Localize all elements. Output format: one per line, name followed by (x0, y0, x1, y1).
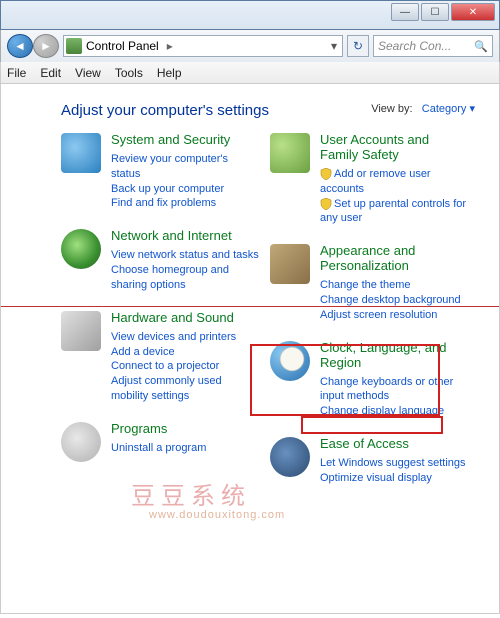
link-devices-printers[interactable]: View devices and printers (111, 330, 260, 345)
navbar: ◄ ► Control Panel ▸ ▾ ↻ Search Con... 🔍 (0, 30, 500, 62)
system-security-icon (61, 133, 101, 173)
link-add-device[interactable]: Add a device (111, 345, 260, 360)
menu-edit[interactable]: Edit (40, 66, 61, 80)
address-bar[interactable]: Control Panel ▸ ▾ (63, 35, 343, 57)
link-projector[interactable]: Connect to a projector (111, 359, 260, 374)
programs-icon (61, 422, 101, 462)
refresh-button[interactable]: ↻ (347, 35, 369, 57)
category-link-network[interactable]: Network and Internet (111, 229, 260, 244)
link-add-remove-user[interactable]: Add or remove user accounts (320, 167, 469, 197)
category-user-accounts: User Accounts and Family Safety Add or r… (270, 133, 469, 226)
view-by: View by: Category ▾ (371, 102, 475, 115)
link-find-fix[interactable]: Find and fix problems (111, 196, 260, 211)
control-panel-icon (66, 38, 82, 54)
back-button[interactable]: ◄ (7, 34, 33, 58)
watermark-url: www.doudouxitong.com (149, 509, 285, 521)
shield-icon (320, 168, 332, 180)
viewby-label: View by: (371, 103, 412, 115)
close-button[interactable]: ✕ (451, 3, 495, 21)
maximize-button[interactable]: ☐ (421, 3, 449, 21)
category-appearance: Appearance and Personalization Change th… (270, 244, 469, 322)
link-display-language[interactable]: Change display language (320, 404, 469, 419)
link-suggest[interactable]: Let Windows suggest settings (320, 456, 469, 471)
viewby-dropdown[interactable]: Category ▾ (422, 103, 475, 115)
shield-icon (320, 198, 332, 210)
category-link-system[interactable]: System and Security (111, 133, 260, 148)
link-resolution[interactable]: Adjust screen resolution (320, 308, 469, 323)
category-ease-access: Ease of Access Let Windows suggest setti… (270, 437, 469, 486)
address-dropdown-icon[interactable]: ▾ (328, 39, 340, 53)
menu-file[interactable]: File (7, 66, 26, 80)
link-keyboards[interactable]: Change keyboards or other input methods (320, 375, 469, 405)
category-link-user[interactable]: User Accounts and Family Safety (320, 133, 469, 163)
forward-button[interactable]: ► (33, 34, 59, 58)
clock-language-icon (270, 341, 310, 381)
category-link-hardware[interactable]: Hardware and Sound (111, 311, 260, 326)
category-link-ease[interactable]: Ease of Access (320, 437, 469, 452)
link-network-status[interactable]: View network status and tasks (111, 248, 260, 263)
breadcrumb[interactable]: Control Panel (86, 39, 159, 53)
user-accounts-icon (270, 133, 310, 173)
network-icon (61, 229, 101, 269)
category-hardware: Hardware and Sound View devices and prin… (61, 311, 260, 404)
category-link-clock[interactable]: Clock, Language, and Region (320, 341, 469, 371)
hardware-icon (61, 311, 101, 351)
search-placeholder: Search Con... (378, 39, 470, 53)
menu-help[interactable]: Help (157, 66, 182, 80)
search-icon: 🔍 (474, 40, 488, 53)
link-mobility[interactable]: Adjust commonly used mobility settings (111, 374, 260, 404)
category-system-security: System and Security Review your computer… (61, 133, 260, 211)
link-desktop-bg[interactable]: Change desktop background (320, 293, 469, 308)
breadcrumb-arrow-icon[interactable]: ▸ (163, 39, 177, 53)
category-link-appearance[interactable]: Appearance and Personalization (320, 244, 469, 274)
link-optimize[interactable]: Optimize visual display (320, 471, 469, 486)
category-programs: Programs Uninstall a program (61, 422, 260, 462)
link-theme[interactable]: Change the theme (320, 278, 469, 293)
search-input[interactable]: Search Con... 🔍 (373, 35, 493, 57)
link-review-status[interactable]: Review your computer's status (111, 152, 260, 182)
link-parental[interactable]: Set up parental controls for any user (320, 197, 469, 227)
link-homegroup[interactable]: Choose homegroup and sharing options (111, 263, 260, 293)
ease-access-icon (270, 437, 310, 477)
titlebar: — ☐ ✕ (0, 0, 500, 30)
link-uninstall[interactable]: Uninstall a program (111, 441, 260, 456)
category-network: Network and Internet View network status… (61, 229, 260, 292)
appearance-icon (270, 244, 310, 284)
category-link-programs[interactable]: Programs (111, 422, 260, 437)
link-backup[interactable]: Back up your computer (111, 182, 260, 197)
content-area: Adjust your computer's settings View by:… (0, 84, 500, 614)
menu-view[interactable]: View (75, 66, 101, 80)
chevron-down-icon: ▾ (469, 103, 475, 115)
menu-tools[interactable]: Tools (115, 66, 143, 80)
minimize-button[interactable]: — (391, 3, 419, 21)
category-clock-language: Clock, Language, and Region Change keybo… (270, 341, 469, 419)
menubar: File Edit View Tools Help (0, 62, 500, 84)
